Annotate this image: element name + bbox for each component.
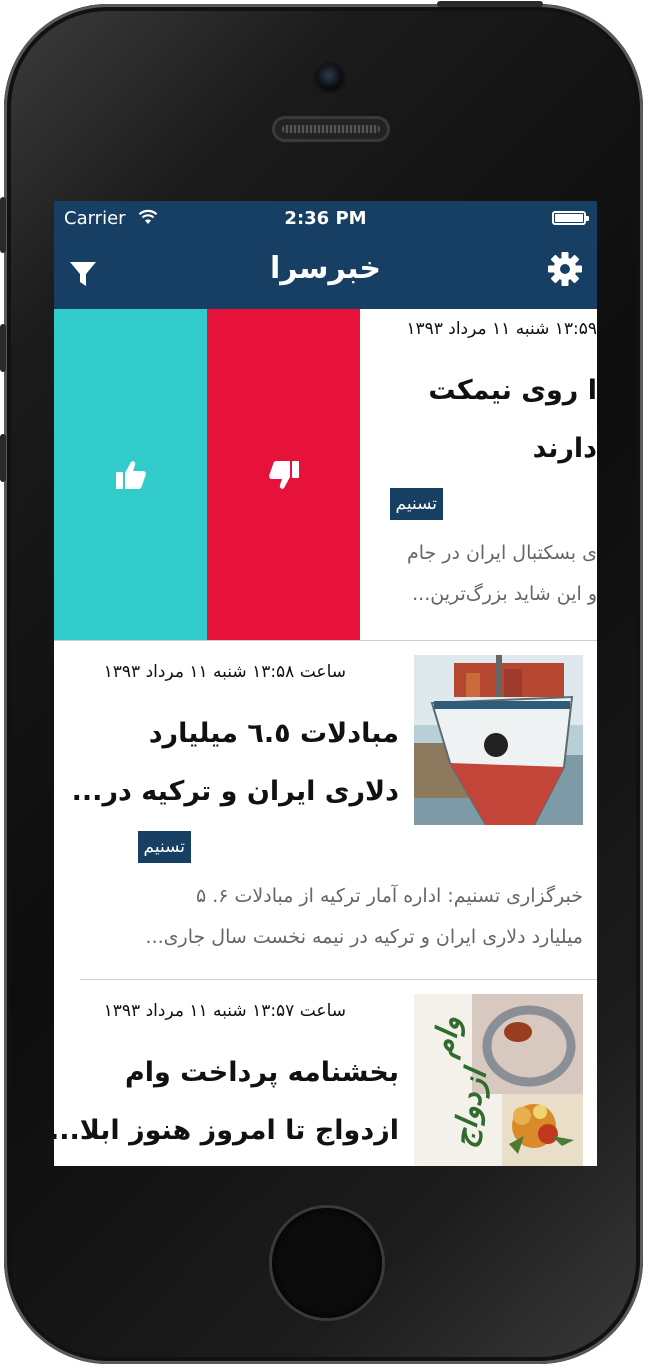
dislike-button[interactable] [207, 309, 360, 640]
volume-up-button [0, 324, 6, 372]
wedding-loan-image: وام ازدواج [414, 994, 583, 1166]
front-camera [317, 65, 343, 91]
gear-icon[interactable] [547, 251, 583, 287]
news-feed[interactable]: ۱۳:۵۹ شنبه ۱۱ مرداد ۱۳۹۳ ا روی نیمکت دار… [54, 309, 597, 1166]
nav-bar: خبرسرا [54, 237, 597, 309]
news-summary-line-2: میلیارد دلاری ایران و ترکیه در نیمه نخست… [145, 926, 583, 948]
news-title-line-1: بخشنامه پرداخت وام [124, 1057, 399, 1088]
power-button [437, 1, 543, 7]
news-summary-line-1: خبرگزاری تسنیم: اداره آمار ترکیه از مباد… [195, 885, 583, 907]
news-title-line-1: مبادلات ٦.٥ میلیارد [148, 718, 399, 749]
news-date: ساعت ۱۳:۵۸ شنبه ۱۱ مرداد ۱۳۹۳ [103, 662, 346, 682]
source-badge: تسنیم [389, 488, 443, 520]
volume-down-button [0, 434, 6, 482]
swipe-actions [54, 309, 360, 640]
like-button[interactable] [54, 309, 207, 640]
news-date: ساعت ۱۳:۵۷ شنبه ۱۱ مرداد ۱۳۹۳ [103, 1001, 346, 1021]
battery-icon [552, 211, 589, 225]
news-item[interactable]: ۱۳:۵۹ شنبه ۱۱ مرداد ۱۳۹۳ ا روی نیمکت دار… [360, 309, 597, 640]
status-time: 2:36 PM [284, 208, 367, 229]
source-badge: تسنیم [137, 831, 191, 863]
news-title-line-2: دلاری ایران و ترکیه در... [71, 776, 399, 807]
earpiece-speaker [272, 116, 390, 142]
app-screen: Carrier 2:36 PM خبرسرا ۱۳:۵۹ شنبه ۱۱ مرد… [54, 201, 597, 1166]
image-caption-vam: وام [426, 1013, 468, 1061]
thumbs-down-icon [268, 460, 299, 489]
news-title-line-2: ازدواج تا امروز هنوز ابلا... [54, 1115, 399, 1146]
news-summary-line-2: و این شاید بزرگ‌ترین... [412, 583, 597, 605]
home-button[interactable] [272, 1208, 382, 1318]
status-bar: Carrier 2:36 PM [54, 201, 597, 237]
mute-switch [0, 197, 6, 253]
app-title: خبرسرا [270, 251, 381, 286]
news-title-line-1: ا روی نیمکت [428, 375, 597, 406]
news-summary-line-1: ی بسکتبال ایران در جام [406, 542, 597, 564]
news-title-line-2: دارند [532, 433, 597, 464]
news-date: ۱۳:۵۹ شنبه ۱۱ مرداد ۱۳۹۳ [406, 319, 597, 339]
news-item[interactable]: ساعت ۱۳:۵۸ شنبه ۱۱ مرداد ۱۳۹۳ مبادلات ٦.… [54, 641, 597, 979]
container-ship-image [414, 655, 583, 825]
news-item[interactable]: وام ازدواج ساعت ۱۳:۵۷ شنبه ۱۱ مرداد ۱۳۹۳… [54, 980, 597, 1166]
thumbs-up-icon [115, 460, 146, 489]
